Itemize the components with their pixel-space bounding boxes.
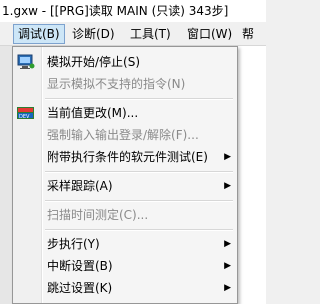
menu-item-label: 跳过设置(K) xyxy=(47,281,113,295)
submenu-arrow-icon: ▶ xyxy=(224,152,231,162)
menu-item-label: 中断设置(B) xyxy=(47,259,113,273)
menu-item-step-execution[interactable]: 步执行(Y) ▶ xyxy=(13,233,237,255)
menu-item-interrupt-settings[interactable]: 中断设置(B) ▶ xyxy=(13,255,237,277)
svg-text:DEV: DEV xyxy=(19,114,30,120)
menu-help-label: 帮 xyxy=(242,27,255,41)
menu-separator xyxy=(45,229,233,231)
submenu-arrow-icon: ▶ xyxy=(224,239,231,249)
menu-item-sampling-trace[interactable]: 采样跟踪(A) ▶ xyxy=(13,175,237,197)
menu-separator xyxy=(45,200,233,202)
menu-bar: 调试(B) 诊断(D) 工具(T) 窗口(W) 帮 xyxy=(0,22,266,46)
menu-item-label: 模拟开始/停止(S) xyxy=(47,55,141,69)
menu-separator xyxy=(45,171,233,173)
menu-window-label: 窗口(W) xyxy=(187,27,233,41)
menu-diagnostics[interactable]: 诊断(D) xyxy=(68,24,119,44)
submenu-arrow-icon: ▶ xyxy=(224,283,231,293)
menu-item-label: 显示模拟不支持的指令(N) xyxy=(47,77,186,91)
menu-item-device-test-with-conditions[interactable]: 附带执行条件的软元件测试(E) ▶ xyxy=(13,146,237,168)
menu-item-label: 附带执行条件的软元件测试(E) xyxy=(47,150,208,164)
menu-item-current-value-change[interactable]: DEV 当前值更改(M)... xyxy=(13,102,237,124)
menu-debug[interactable]: 调试(B) xyxy=(13,24,65,44)
menu-tools-label: 工具(T) xyxy=(130,27,171,41)
simulator-icon xyxy=(17,54,35,70)
submenu-arrow-icon: ▶ xyxy=(224,181,231,191)
debug-dropdown-menu: 模拟开始/停止(S) 显示模拟不支持的指令(N) DEV 当前值更改(M)...… xyxy=(12,46,238,304)
menu-item-scan-time-measurement: 扫描时间测定(C)... xyxy=(13,204,237,226)
menu-item-label: 采样跟踪(A) xyxy=(47,179,113,193)
menu-help[interactable]: 帮 xyxy=(238,24,258,44)
menu-item-forced-io-registration: 强制输入输出登录/解除(F)... xyxy=(13,124,237,146)
menu-debug-label: 调试(B) xyxy=(18,27,60,41)
editor-background xyxy=(238,46,266,304)
submenu-arrow-icon: ▶ xyxy=(224,261,231,271)
menu-item-show-unsupported-instructions: 显示模拟不支持的指令(N) xyxy=(13,73,237,95)
menu-item-skip-settings[interactable]: 跳过设置(K) ▶ xyxy=(13,277,237,299)
menu-item-label: 当前值更改(M)... xyxy=(47,106,139,120)
window-title-bar: 1.gxw - [[PRG]读取 MAIN (只读) 343步] xyxy=(0,0,266,22)
menu-tools[interactable]: 工具(T) xyxy=(126,24,175,44)
menu-item-label: 扫描时间测定(C)... xyxy=(47,208,149,222)
window-title: 1.gxw - [[PRG]读取 MAIN (只读) 343步] xyxy=(2,4,229,18)
menu-diagnostics-label: 诊断(D) xyxy=(72,27,115,41)
menu-item-label: 强制输入输出登录/解除(F)... xyxy=(47,128,199,142)
menu-item-simulation-start-stop[interactable]: 模拟开始/停止(S) xyxy=(13,51,237,73)
menu-window[interactable]: 窗口(W) xyxy=(183,24,236,44)
device-value-icon: DEV xyxy=(17,105,35,121)
menu-separator xyxy=(45,98,233,100)
menu-item-label: 步执行(Y) xyxy=(47,237,100,251)
